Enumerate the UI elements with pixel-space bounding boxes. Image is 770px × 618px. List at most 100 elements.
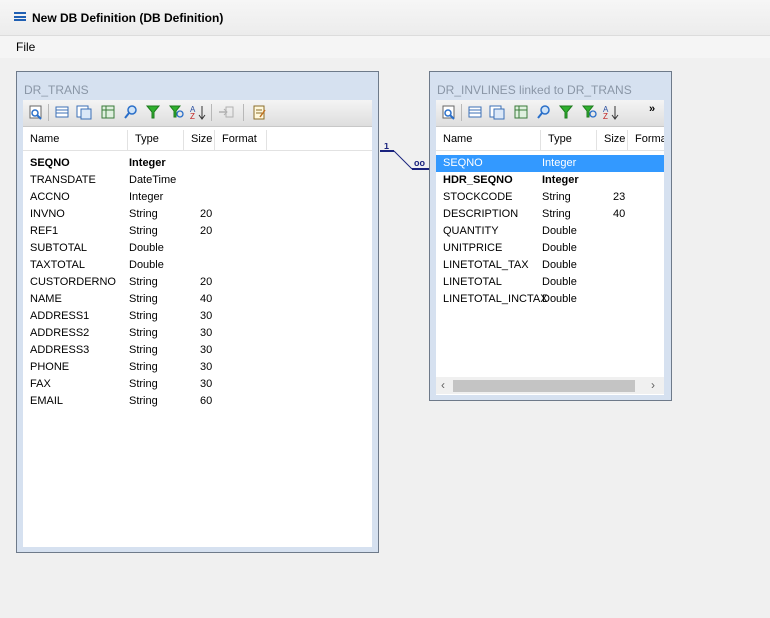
relation-many-label: oo bbox=[414, 158, 425, 168]
table-panel-dr-invlines[interactable]: DR_INVLINES linked to DR_TRANS AZ » Name… bbox=[429, 71, 672, 401]
toolbar-separator bbox=[243, 104, 244, 121]
field-type: String bbox=[129, 378, 158, 390]
menu-file[interactable]: File bbox=[16, 40, 35, 54]
panel-title: DR_TRANS bbox=[24, 83, 89, 97]
relation-one-label: 1 bbox=[384, 143, 389, 151]
column-header-name[interactable]: Name bbox=[443, 133, 472, 145]
field-name: REF1 bbox=[30, 225, 59, 237]
columns-icon[interactable] bbox=[489, 104, 505, 120]
filter-search-icon[interactable] bbox=[168, 104, 184, 120]
field-name: ADDRESS3 bbox=[30, 344, 90, 356]
column-header-row: Name Type Size Forma bbox=[436, 130, 664, 151]
sort-az-icon[interactable]: AZ bbox=[190, 104, 206, 120]
filter-icon[interactable] bbox=[145, 104, 161, 120]
field-type: String bbox=[542, 208, 571, 220]
column-header-format[interactable]: Format bbox=[222, 133, 257, 145]
field-row[interactable]: LINETOTAL_TAX Double bbox=[436, 257, 664, 274]
field-size: 30 bbox=[200, 361, 213, 373]
field-name: SUBTOTAL bbox=[30, 242, 88, 254]
field-name: ADDRESS2 bbox=[30, 327, 90, 339]
field-name: LINETOTAL_TAX bbox=[443, 259, 529, 271]
field-row[interactable]: REF1 String 20 bbox=[23, 223, 372, 240]
field-row[interactable]: CUSTORDERNO String 20 bbox=[23, 274, 372, 291]
field-name: ACCNO bbox=[30, 191, 70, 203]
grid-icon[interactable] bbox=[100, 104, 116, 120]
field-row[interactable]: UNITPRICE Double bbox=[436, 240, 664, 257]
column-header-type[interactable]: Type bbox=[548, 133, 572, 145]
column-header-size[interactable]: Size bbox=[604, 133, 625, 145]
grid-icon[interactable] bbox=[513, 104, 529, 120]
field-name: HDR_SEQNO bbox=[443, 174, 513, 186]
field-row[interactable]: ADDRESS3 String 30 bbox=[23, 342, 372, 359]
columns-icon[interactable] bbox=[76, 104, 92, 120]
field-row[interactable]: STOCKCODE String 23 bbox=[436, 189, 664, 206]
column-header-name[interactable]: Name bbox=[30, 133, 59, 145]
field-name: UNITPRICE bbox=[443, 242, 503, 254]
filter-icon[interactable] bbox=[558, 104, 574, 120]
field-row[interactable]: TRANSDATE DateTime bbox=[23, 172, 372, 189]
field-type: Integer bbox=[129, 157, 166, 169]
search-icon[interactable] bbox=[123, 104, 139, 120]
field-size: 40 bbox=[613, 208, 626, 220]
relation-connector[interactable]: 1 oo bbox=[378, 143, 433, 173]
field-name: TRANSDATE bbox=[30, 174, 96, 186]
field-row[interactable]: INVNO String 20 bbox=[23, 206, 372, 223]
field-row[interactable]: ADDRESS1 String 30 bbox=[23, 308, 372, 325]
filter-search-icon[interactable] bbox=[581, 104, 597, 120]
field-row[interactable]: QUANTITY Double bbox=[436, 223, 664, 240]
field-type: String bbox=[129, 225, 158, 237]
field-type: Integer bbox=[542, 157, 577, 169]
field-name: LINETOTAL_INCTAX bbox=[443, 293, 548, 305]
field-type: Double bbox=[542, 293, 577, 305]
menu-bar: File bbox=[0, 35, 770, 59]
notes-icon[interactable] bbox=[251, 104, 267, 120]
field-row[interactable]: ADDRESS2 String 30 bbox=[23, 325, 372, 342]
table-panel-dr-trans[interactable]: DR_TRANS AZ Name Type Size Format SEQNO … bbox=[16, 71, 379, 553]
sort-az-icon[interactable]: AZ bbox=[603, 104, 619, 120]
field-row[interactable]: TAXTOTAL Double bbox=[23, 257, 372, 274]
field-row[interactable]: SEQNO Integer bbox=[23, 155, 372, 172]
column-header-size[interactable]: Size bbox=[191, 133, 212, 145]
table-icon[interactable] bbox=[54, 104, 70, 120]
field-row[interactable]: SEQNO Integer bbox=[436, 155, 664, 172]
field-size: 30 bbox=[200, 344, 213, 356]
field-row[interactable]: EMAIL String 60 bbox=[23, 393, 372, 410]
column-header-type[interactable]: Type bbox=[135, 133, 159, 145]
field-row[interactable]: LINETOTAL Double bbox=[436, 274, 664, 291]
field-type: String bbox=[129, 344, 158, 356]
field-type: DateTime bbox=[129, 174, 177, 186]
scrollbar-thumb[interactable] bbox=[453, 380, 635, 392]
field-size: 30 bbox=[200, 310, 213, 322]
table-icon[interactable] bbox=[467, 104, 483, 120]
column-header-format[interactable]: Forma bbox=[635, 133, 664, 145]
svg-text:Z: Z bbox=[603, 112, 608, 120]
scroll-right-icon[interactable]: › bbox=[651, 378, 655, 392]
field-type: String bbox=[129, 310, 158, 322]
field-row[interactable]: FAX String 30 bbox=[23, 376, 372, 393]
horizontal-scrollbar[interactable]: ‹ › bbox=[436, 377, 664, 394]
field-name: TAXTOTAL bbox=[30, 259, 86, 271]
field-name: FAX bbox=[30, 378, 51, 390]
panel-title: DR_INVLINES linked to DR_TRANS bbox=[437, 83, 632, 97]
field-row[interactable]: DESCRIPTION String 40 bbox=[436, 206, 664, 223]
preview-icon[interactable] bbox=[441, 104, 457, 120]
field-type: Integer bbox=[542, 174, 579, 186]
field-name: CUSTORDERNO bbox=[30, 276, 116, 288]
field-row[interactable]: PHONE String 30 bbox=[23, 359, 372, 376]
field-name: PHONE bbox=[30, 361, 70, 373]
toolbar-overflow-button[interactable]: » bbox=[649, 103, 655, 115]
scroll-left-icon[interactable]: ‹ bbox=[441, 378, 445, 392]
import-icon[interactable] bbox=[218, 104, 234, 120]
toolbar-separator bbox=[461, 104, 462, 121]
field-row[interactable]: ACCNO Integer bbox=[23, 189, 372, 206]
field-name: LINETOTAL bbox=[443, 276, 502, 288]
field-row[interactable]: NAME String 40 bbox=[23, 291, 372, 308]
search-icon[interactable] bbox=[536, 104, 552, 120]
field-row[interactable]: LINETOTAL_INCTAX Double bbox=[436, 291, 664, 308]
field-row[interactable]: SUBTOTAL Double bbox=[23, 240, 372, 257]
toolbar-separator bbox=[48, 104, 49, 121]
preview-icon[interactable] bbox=[28, 104, 44, 120]
field-size: 30 bbox=[200, 327, 213, 339]
field-name: SEQNO bbox=[443, 157, 483, 169]
field-row[interactable]: HDR_SEQNO Integer bbox=[436, 172, 664, 189]
